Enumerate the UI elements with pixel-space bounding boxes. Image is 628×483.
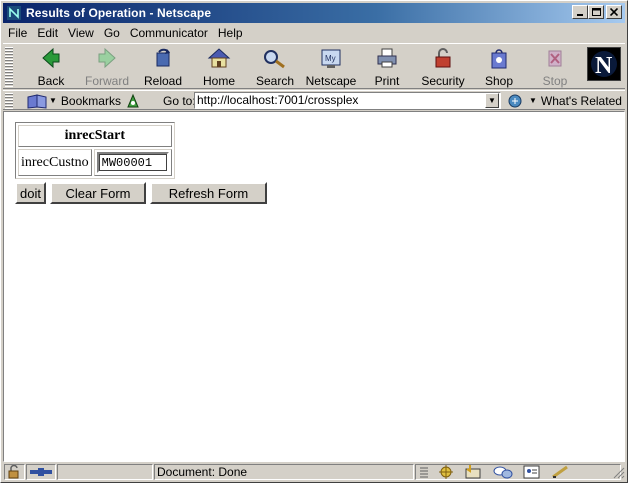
field-label-custno: inrecCustno	[18, 149, 92, 176]
shopping-bag-icon	[491, 49, 507, 69]
resize-grip-icon[interactable]	[613, 467, 625, 479]
home-button[interactable]: Home	[191, 46, 247, 88]
progress-meter	[57, 464, 153, 480]
netscape-button[interactable]: My Netscape	[303, 46, 359, 88]
component-bar	[415, 464, 621, 480]
whats-related-label: What's Related	[540, 93, 622, 108]
svg-text:N: N	[595, 53, 613, 79]
netscape-n-icon: N	[591, 51, 617, 79]
shop-button[interactable]: Shop	[471, 46, 527, 88]
menu-bar: File Edit View Go Communicator Help	[3, 24, 625, 42]
browser-window: Results of Operation - Netscape File Edi…	[0, 0, 628, 483]
my-netscape-icon: My	[321, 49, 341, 68]
newsgroups-component-icon[interactable]	[493, 465, 513, 479]
bookmarks-label: Bookmarks	[60, 93, 121, 108]
composer-component-icon[interactable]	[551, 465, 571, 479]
status-bar: Document: Done	[3, 463, 625, 481]
unlocked-padlock-icon	[8, 465, 19, 479]
search-icon	[264, 50, 285, 69]
bookmarks-button[interactable]: ▼ Bookmarks	[27, 92, 121, 109]
form-table: inrecStart inrecCustno MW00001	[15, 122, 175, 179]
forward-arrow-icon	[98, 47, 116, 69]
mail-component-icon[interactable]	[464, 465, 484, 479]
clear-form-button[interactable]: Clear Form	[50, 182, 146, 204]
refresh-form-button[interactable]: Refresh Form	[150, 182, 267, 204]
whats-related-icon	[508, 94, 522, 107]
close-button[interactable]	[606, 5, 622, 19]
connection-status[interactable]	[26, 464, 56, 480]
back-button[interactable]: Back	[23, 46, 79, 88]
navigator-component-icon[interactable]	[437, 465, 455, 479]
custno-value: MW00001	[101, 156, 153, 170]
minimize-button[interactable]	[572, 5, 588, 19]
menu-view[interactable]: View	[63, 26, 99, 40]
toolbar-grip[interactable]	[5, 47, 13, 87]
menu-file[interactable]: File	[3, 26, 32, 40]
goto-label: Go to:	[163, 94, 196, 108]
doit-button[interactable]: doit	[15, 182, 46, 204]
component-grip-icon[interactable]	[420, 466, 428, 478]
custno-input[interactable]: MW00001	[96, 152, 169, 173]
netscape-app-icon	[6, 5, 22, 21]
whats-related-button[interactable]: ▼ What's Related	[507, 92, 622, 109]
security-status[interactable]	[4, 464, 25, 480]
reload-button[interactable]: Reload	[135, 46, 191, 88]
title-bar[interactable]: Results of Operation - Netscape	[3, 3, 625, 23]
menu-help[interactable]: Help	[213, 26, 248, 40]
location-toolbar: ▼ Bookmarks Go to: http://localhost:7001…	[3, 90, 625, 110]
netscape-logo[interactable]: N	[587, 47, 621, 81]
forward-button[interactable]: Forward	[79, 46, 135, 88]
search-button[interactable]: Search	[247, 46, 303, 88]
maximize-button[interactable]	[588, 5, 604, 19]
url-input[interactable]: http://localhost:7001/crossplex ▼	[194, 92, 501, 109]
field-cell: MW00001	[93, 149, 172, 176]
menu-go[interactable]: Go	[99, 26, 125, 40]
bookmarks-icon	[27, 93, 47, 109]
lock-icon	[435, 48, 451, 68]
menu-communicator[interactable]: Communicator	[125, 26, 213, 40]
back-arrow-icon	[42, 47, 60, 69]
connection-plug-icon	[30, 468, 52, 476]
form-buttons: doit Clear Form Refresh Form	[15, 182, 267, 204]
page-proxy-icon[interactable]	[125, 93, 141, 109]
form-header: inrecStart	[18, 125, 172, 147]
window-title: Results of Operation - Netscape	[26, 6, 212, 20]
status-text: Document: Done	[154, 464, 414, 480]
bookmarks-dropdown-arrow: ▼	[49, 96, 57, 105]
whats-related-dropdown-arrow: ▼	[529, 96, 537, 105]
reload-icon	[156, 48, 170, 67]
home-icon	[207, 48, 231, 68]
print-button[interactable]: Print	[359, 46, 415, 88]
url-text: http://localhost:7001/crossplex	[197, 93, 359, 107]
stop-icon	[548, 50, 562, 67]
url-history-dropdown[interactable]: ▼	[485, 93, 499, 108]
menu-edit[interactable]: Edit	[32, 26, 63, 40]
security-button[interactable]: Security	[415, 46, 471, 88]
location-toolbar-grip[interactable]	[5, 93, 13, 109]
printer-icon	[377, 48, 397, 68]
navigation-toolbar: Back Forward Reload Home Search My Netsc…	[3, 43, 625, 89]
page-content: inrecStart inrecCustno MW00001 doit Clea…	[3, 111, 625, 462]
address-book-component-icon[interactable]	[522, 465, 542, 479]
stop-button[interactable]: Stop	[527, 46, 583, 88]
svg-text:My: My	[325, 54, 336, 63]
